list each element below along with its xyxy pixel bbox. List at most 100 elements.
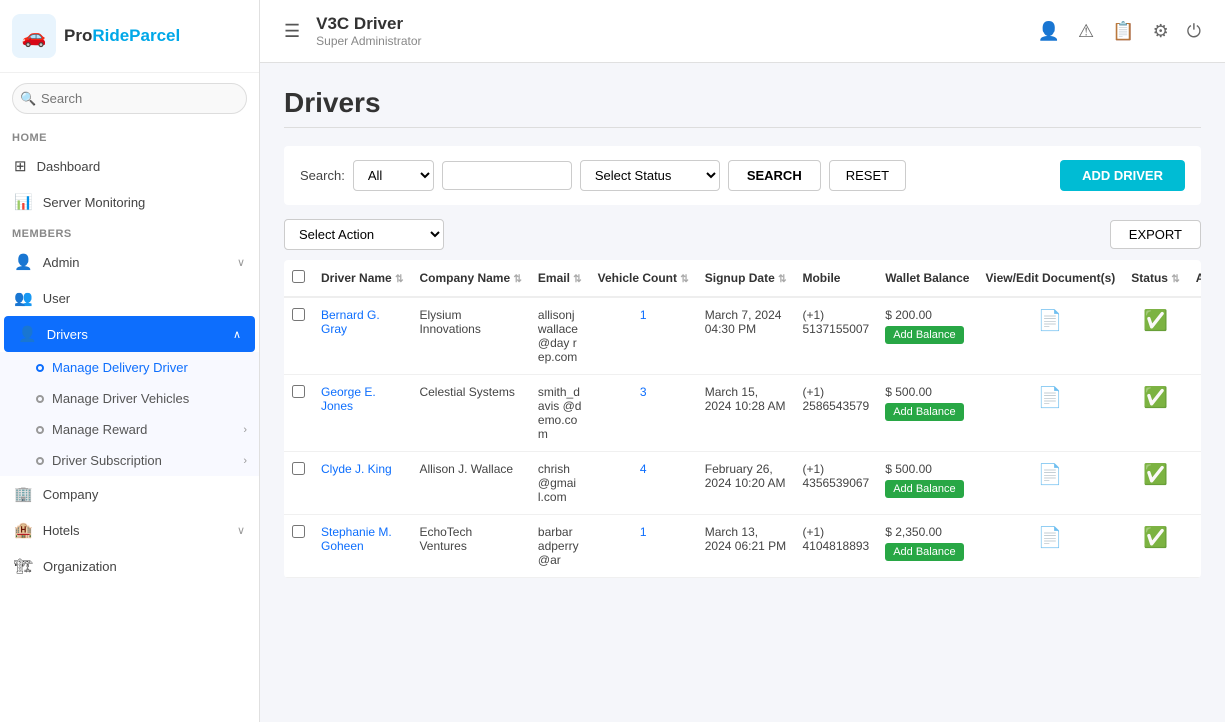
dot-icon — [36, 457, 44, 465]
vehicle-count-link[interactable]: 1 — [640, 525, 647, 539]
search-category-select[interactable]: All Name Email Mobile — [353, 160, 434, 191]
email: chrish @gmail.com — [530, 452, 590, 515]
driver-name-link[interactable]: Stephanie M. Goheen — [321, 525, 392, 553]
search-input[interactable] — [442, 161, 572, 190]
col-company-name: Company Name ⇅ — [411, 260, 529, 297]
document-view-icon[interactable]: 📄 — [1038, 310, 1063, 332]
logo-text: ProRideParcel — [64, 26, 180, 46]
table-row: Clyde J. King Allison J. Wallace chrish … — [284, 452, 1201, 515]
filters-row: Search: All Name Email Mobile Select Sta… — [284, 146, 1201, 205]
sidebar-item-label: User — [43, 291, 70, 306]
add-balance-button[interactable]: Add Balance — [885, 326, 963, 344]
driver-name-link[interactable]: Clyde J. King — [321, 462, 392, 476]
company-name: Allison J. Wallace — [411, 452, 529, 515]
page-title: Drivers — [284, 87, 1201, 119]
document-view-icon[interactable]: 📄 — [1038, 387, 1063, 409]
power-icon[interactable]: ⏻ — [1187, 21, 1201, 42]
company-name: Elysium Innovations — [411, 297, 529, 375]
sidebar-item-manage-reward[interactable]: Manage Reward › — [0, 414, 259, 445]
topbar-title: V3C Driver — [316, 14, 421, 34]
table-row: George E. Jones Celestial Systems smith_… — [284, 375, 1201, 452]
signup-date: March 15, 2024 10:28 AM — [697, 375, 795, 452]
chevron-right-icon: › — [243, 455, 247, 467]
sidebar-item-label: Hotels — [43, 523, 80, 538]
sub-item-label: Manage Driver Vehicles — [52, 391, 189, 406]
row-checkbox[interactable] — [292, 525, 305, 538]
vehicle-count-link[interactable]: 3 — [640, 385, 647, 399]
reset-button[interactable]: RESET — [829, 160, 906, 191]
sidebar-item-server-monitoring[interactable]: 📊 Server Monitoring — [0, 184, 259, 220]
sidebar-item-label: Drivers — [47, 327, 88, 342]
row-checkbox[interactable] — [292, 385, 305, 398]
sidebar-item-label: Organization — [43, 559, 117, 574]
sidebar-section-title: HOME — [0, 124, 259, 148]
user-icon: 👥 — [14, 289, 33, 307]
dot-icon — [36, 364, 44, 372]
sidebar-logo: 🚗 ProRideParcel — [0, 0, 259, 73]
add-balance-button[interactable]: Add Balance — [885, 543, 963, 561]
sidebar-item-admin[interactable]: 👤 Admin ∨ — [0, 244, 259, 280]
topbar-icons: 👤 ⚠ 📋 ⚙ ⏻ — [1038, 21, 1201, 42]
sidebar-item-dashboard[interactable]: ⊞ Dashboard — [0, 148, 259, 184]
sidebar-item-hotels[interactable]: 🏨 Hotels ∨ — [0, 512, 259, 548]
sidebar-item-manage-delivery-driver[interactable]: Manage Delivery Driver — [0, 352, 259, 383]
export-button[interactable]: EXPORT — [1110, 220, 1201, 249]
status-active-icon: ✅ — [1143, 527, 1168, 549]
select-all-checkbox[interactable] — [292, 270, 305, 283]
company-name: EchoTech Ventures — [411, 515, 529, 578]
dot-icon — [36, 395, 44, 403]
email: allisonj wallace@day rep.com — [530, 297, 590, 375]
add-balance-button[interactable]: Add Balance — [885, 403, 963, 421]
add-driver-button[interactable]: ADD DRIVER — [1060, 160, 1185, 191]
sidebar-item-driver-subscription[interactable]: Driver Subscription › — [0, 445, 259, 476]
drivers-table: Driver Name ⇅ Company Name ⇅ Email ⇅ Veh… — [284, 260, 1201, 578]
add-balance-button[interactable]: Add Balance — [885, 480, 963, 498]
vehicle-count-link[interactable]: 4 — [640, 462, 647, 476]
action-select[interactable]: Select Action Delete Selected Activate S… — [284, 219, 444, 250]
settings-icon[interactable]: ⚙ — [1153, 21, 1169, 42]
chevron-down-icon: ∨ — [237, 256, 245, 269]
email: smith_davis @demo.com — [530, 375, 590, 452]
sidebar-item-drivers[interactable]: 👤 Drivers ∧ — [4, 316, 255, 352]
user-profile-icon[interactable]: 👤 — [1038, 21, 1060, 42]
col-signup-date: Signup Date ⇅ — [697, 260, 795, 297]
search-button[interactable]: SEARCH — [728, 160, 821, 191]
driver-name-link[interactable]: Bernard G. Gray — [321, 308, 380, 336]
email: barbar adperry @ar — [530, 515, 590, 578]
row-checkbox[interactable] — [292, 308, 305, 321]
col-vehicle-count: Vehicle Count ⇅ — [590, 260, 697, 297]
sidebar-search-input[interactable] — [12, 83, 247, 114]
row-checkbox[interactable] — [292, 462, 305, 475]
actions-row: Select Action Delete Selected Activate S… — [284, 219, 1201, 250]
topbar-left: ☰ V3C Driver Super Administrator — [284, 14, 422, 48]
status-active-icon: ✅ — [1143, 387, 1168, 409]
status-select[interactable]: Select Status Active Inactive Pending — [580, 160, 720, 191]
sidebar-search-wrapper: 🔍 — [0, 73, 259, 124]
sidebar: 🚗 ProRideParcel 🔍 HOME ⊞ Dashboard 📊 Ser… — [0, 0, 260, 722]
sidebar-item-label: Dashboard — [37, 159, 101, 174]
drivers-icon: 👤 — [18, 325, 37, 343]
dashboard-icon: ⊞ — [14, 157, 27, 175]
alert-icon[interactable]: ⚠ — [1078, 21, 1094, 42]
mobile: (+1) 4104818893 — [794, 515, 877, 578]
sidebar-item-organization[interactable]: 🏗 Organization — [0, 548, 259, 584]
sidebar-item-company[interactable]: 🏢 Company — [0, 476, 259, 512]
drivers-table-wrapper: Driver Name ⇅ Company Name ⇅ Email ⇅ Veh… — [284, 260, 1201, 578]
topbar: ☰ V3C Driver Super Administrator 👤 ⚠ 📋 ⚙… — [260, 0, 1225, 63]
chevron-down-icon: ∨ — [237, 524, 245, 537]
table-row: Stephanie M. Goheen EchoTech Ventures ba… — [284, 515, 1201, 578]
document-view-icon[interactable]: 📄 — [1038, 527, 1063, 549]
company-icon: 🏢 — [14, 485, 33, 503]
sub-item-label: Manage Delivery Driver — [52, 360, 188, 375]
driver-name-link[interactable]: George E. Jones — [321, 385, 376, 413]
sidebar-item-user[interactable]: 👥 User — [0, 280, 259, 316]
server-monitoring-icon: 📊 — [14, 193, 33, 211]
status-active-icon: ✅ — [1143, 310, 1168, 332]
document-view-icon[interactable]: 📄 — [1038, 464, 1063, 486]
document-icon[interactable]: 📋 — [1112, 21, 1134, 42]
mobile: (+1) 4356539067 — [794, 452, 877, 515]
sidebar-section-home: HOME ⊞ Dashboard 📊 Server Monitoring — [0, 124, 259, 220]
vehicle-count-link[interactable]: 1 — [640, 308, 647, 322]
sidebar-item-manage-driver-vehicles[interactable]: Manage Driver Vehicles — [0, 383, 259, 414]
menu-icon[interactable]: ☰ — [284, 21, 300, 42]
